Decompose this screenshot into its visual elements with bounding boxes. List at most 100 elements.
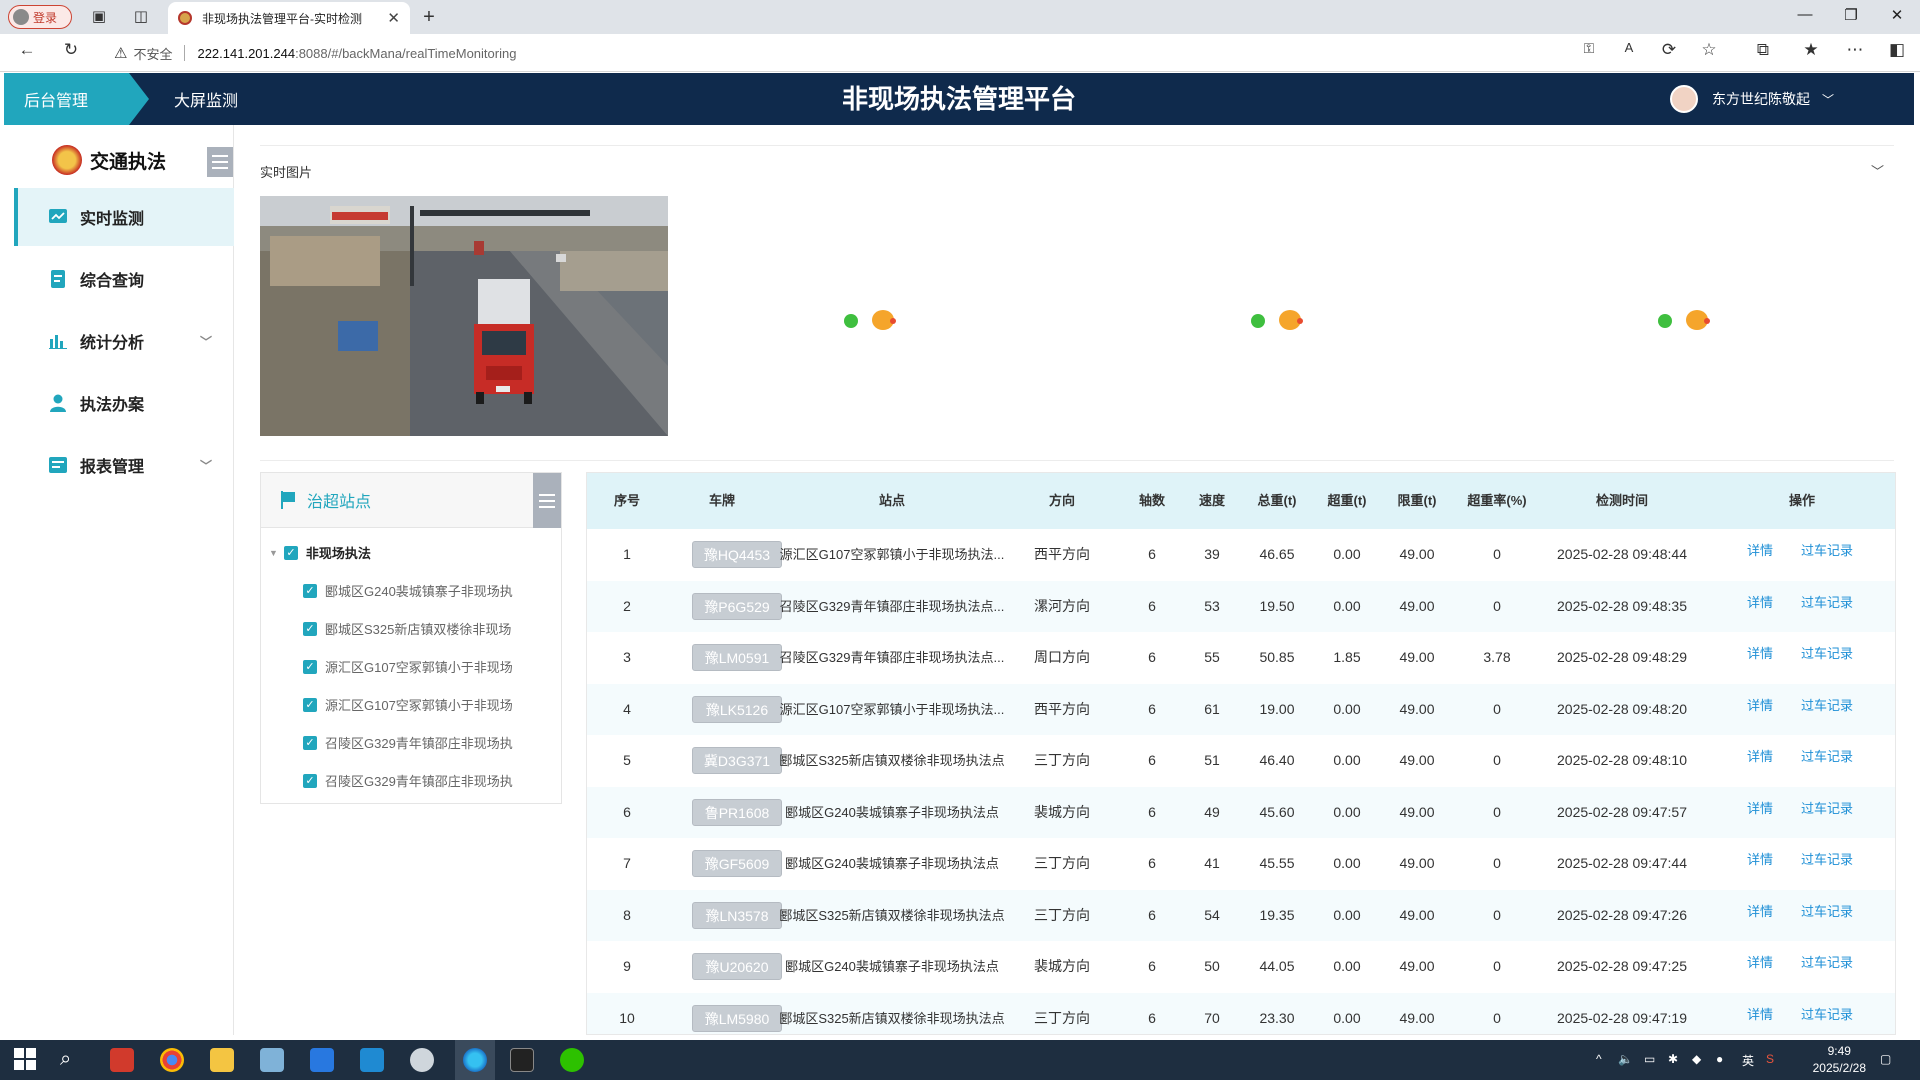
checkbox-checked-icon[interactable]: ✓ xyxy=(303,735,317,750)
browser-tab[interactable]: 非现场执法管理平台-实时检测 ✕ xyxy=(168,2,410,34)
clock[interactable]: 9:49 2025/2/28 xyxy=(1813,1043,1866,1077)
notepad-icon[interactable] xyxy=(260,1048,284,1072)
tree-node-station[interactable]: ✓ 源汇区G107空冢郭镇小于非现场 xyxy=(303,695,513,714)
realtime-photo[interactable] xyxy=(260,196,668,436)
detail-link[interactable]: 详情 xyxy=(1747,632,1773,683)
detail-link[interactable]: 详情 xyxy=(1747,581,1773,632)
tree-node-station[interactable]: ✓ 召陵区G329青年镇邵庄非现场执 xyxy=(303,733,513,752)
checkbox-checked-icon[interactable]: ✓ xyxy=(283,545,298,560)
collapse-menu-icon[interactable] xyxy=(207,147,233,177)
detail-link[interactable]: 详情 xyxy=(1747,735,1773,786)
close-tab-icon[interactable]: ✕ xyxy=(387,9,400,27)
history-link[interactable]: 过车记录 xyxy=(1801,632,1853,683)
history-link[interactable]: 过车记录 xyxy=(1801,838,1853,889)
wps-icon[interactable] xyxy=(110,1048,134,1072)
tray-chevron-up-icon[interactable]: ^ xyxy=(1596,1052,1602,1066)
sidebar-item-realtime[interactable]: 实时监测 xyxy=(14,188,234,246)
cell-rate: 0 xyxy=(1493,1009,1501,1026)
history-link[interactable]: 过车记录 xyxy=(1801,890,1853,941)
detail-link[interactable]: 详情 xyxy=(1747,838,1773,889)
tree-node-station[interactable]: ✓ 郾城区G240裴城镇寨子非现场执 xyxy=(303,581,513,600)
search-icon[interactable]: ⌕ xyxy=(60,1048,84,1072)
minimize-icon[interactable]: — xyxy=(1790,6,1820,23)
sidebar-item-query[interactable]: 综合查询 xyxy=(14,250,234,308)
cell-axles: 6 xyxy=(1148,958,1156,974)
volume-icon[interactable]: 🔈 xyxy=(1618,1052,1633,1066)
chevron-down-icon: ﹀ xyxy=(199,458,212,473)
notifications-icon[interactable]: ▢ xyxy=(1880,1052,1891,1066)
history-link[interactable]: 过车记录 xyxy=(1801,787,1853,838)
checkbox-checked-icon[interactable]: ✓ xyxy=(303,621,317,636)
col-header-rate: 超重率(%) xyxy=(1467,493,1527,508)
cell-no: 4 xyxy=(623,700,631,717)
detail-link[interactable]: 详情 xyxy=(1747,684,1773,735)
workspaces-icon[interactable]: ▣ xyxy=(90,8,108,26)
terminal-icon[interactable] xyxy=(510,1048,534,1072)
tree-node-root[interactable]: ▼ ✓ 非现场执法 xyxy=(269,543,371,562)
refresh-icon[interactable]: ↻ xyxy=(60,40,82,60)
history-link[interactable]: 过车记录 xyxy=(1801,529,1853,580)
checkbox-checked-icon[interactable]: ✓ xyxy=(303,659,317,674)
back-icon[interactable]: ← xyxy=(16,40,38,60)
read-aloud-icon[interactable]: A xyxy=(1618,40,1640,55)
security-icon[interactable]: ◆ xyxy=(1692,1052,1701,1066)
sync-icon[interactable]: ⟳ xyxy=(1658,40,1680,60)
tree-node-station[interactable]: ✓ 郾城区S325新店镇双楼徐非现场 xyxy=(303,619,511,638)
detail-link[interactable]: 详情 xyxy=(1747,529,1773,580)
wechat-icon[interactable] xyxy=(560,1048,584,1072)
history-link[interactable]: 过车记录 xyxy=(1801,581,1853,632)
url-field[interactable]: ⚠ 不安全 222.141.201.244 :8088/#/backMana/r… xyxy=(104,39,1604,67)
new-tab-icon[interactable]: + xyxy=(420,7,438,27)
detail-link[interactable]: 详情 xyxy=(1747,993,1773,1035)
tree-node-station[interactable]: ✓ 源汇区G107空冢郭镇小于非现场 xyxy=(303,657,513,676)
sidebar-item-case[interactable]: 执法办案 xyxy=(14,374,234,432)
favorite-star-icon[interactable]: ☆ xyxy=(1698,40,1720,60)
sidebar-toggle-icon[interactable]: ◧ xyxy=(1886,40,1908,60)
key-icon[interactable]: ⚿ xyxy=(1578,40,1600,57)
sidebar-item-label: 实时监测 xyxy=(80,211,145,228)
detail-link[interactable]: 详情 xyxy=(1747,787,1773,838)
user-menu[interactable]: 东方世纪陈敬起 ﹀ xyxy=(1669,73,1834,125)
vscode-icon[interactable] xyxy=(360,1048,384,1072)
chrome-icon[interactable] xyxy=(160,1048,184,1072)
cell-rate: 3.78 xyxy=(1483,649,1511,665)
more-options-icon[interactable]: ⋯ xyxy=(1844,40,1866,60)
plate-badge: 豫LK5126 xyxy=(692,695,782,723)
network-icon[interactable]: ▭ xyxy=(1644,1052,1655,1066)
history-link[interactable]: 过车记录 xyxy=(1801,941,1853,992)
chat-icon[interactable] xyxy=(410,1048,434,1072)
history-link[interactable]: 过车记录 xyxy=(1801,735,1853,786)
sogou-icon[interactable]: S xyxy=(1766,1052,1774,1066)
checkbox-checked-icon[interactable]: ✓ xyxy=(303,773,317,788)
tab-actions-icon[interactable]: ◫ xyxy=(132,8,150,26)
history-link[interactable]: 过车记录 xyxy=(1801,993,1853,1035)
sidebar-item-statistics[interactable]: 统计分析 ﹀ xyxy=(14,312,234,370)
restore-icon[interactable]: ❐ xyxy=(1836,6,1866,24)
windows-start-icon[interactable] xyxy=(14,1048,38,1072)
chevron-down-icon[interactable]: ﹀ xyxy=(1871,161,1884,180)
history-link[interactable]: 过车记录 xyxy=(1801,684,1853,735)
cell-direction: 裴城方向 xyxy=(1034,958,1090,974)
wechat-tray-icon[interactable]: ● xyxy=(1716,1052,1723,1066)
checkbox-checked-icon[interactable]: ✓ xyxy=(303,697,317,712)
col-header-time: 检测时间 xyxy=(1595,493,1648,508)
checkbox-checked-icon[interactable]: ✓ xyxy=(303,583,317,598)
bluetooth-icon[interactable]: ✱ xyxy=(1668,1052,1678,1066)
caret-down-icon[interactable]: ▼ xyxy=(269,548,278,558)
tree-menu-icon[interactable] xyxy=(533,473,561,528)
extensions-icon[interactable]: ⧉ xyxy=(1752,40,1774,60)
detail-link[interactable]: 详情 xyxy=(1747,941,1773,992)
sidebar-item-report[interactable]: 报表管理 ﹀ xyxy=(14,436,234,494)
ime-indicator[interactable]: 英 xyxy=(1742,1052,1754,1069)
browser-tab-bar: 登录 ▣ ◫ 非现场执法管理平台-实时检测 ✕ + — ❐ ✕ xyxy=(0,0,1920,34)
detail-link[interactable]: 详情 xyxy=(1747,890,1773,941)
profile-login-button[interactable]: 登录 xyxy=(8,5,72,29)
file-explorer-icon[interactable] xyxy=(210,1048,234,1072)
cell-total: 45.60 xyxy=(1259,803,1295,820)
feishu-icon[interactable] xyxy=(310,1048,334,1072)
tree-node-station[interactable]: ✓ 召陵区G329青年镇邵庄非现场执 xyxy=(303,771,513,790)
favorites-list-icon[interactable]: ★ xyxy=(1800,40,1822,60)
edge-icon[interactable] xyxy=(463,1048,487,1072)
section-title: 实时图片 xyxy=(260,165,313,180)
window-close-icon[interactable]: ✕ xyxy=(1882,6,1912,24)
